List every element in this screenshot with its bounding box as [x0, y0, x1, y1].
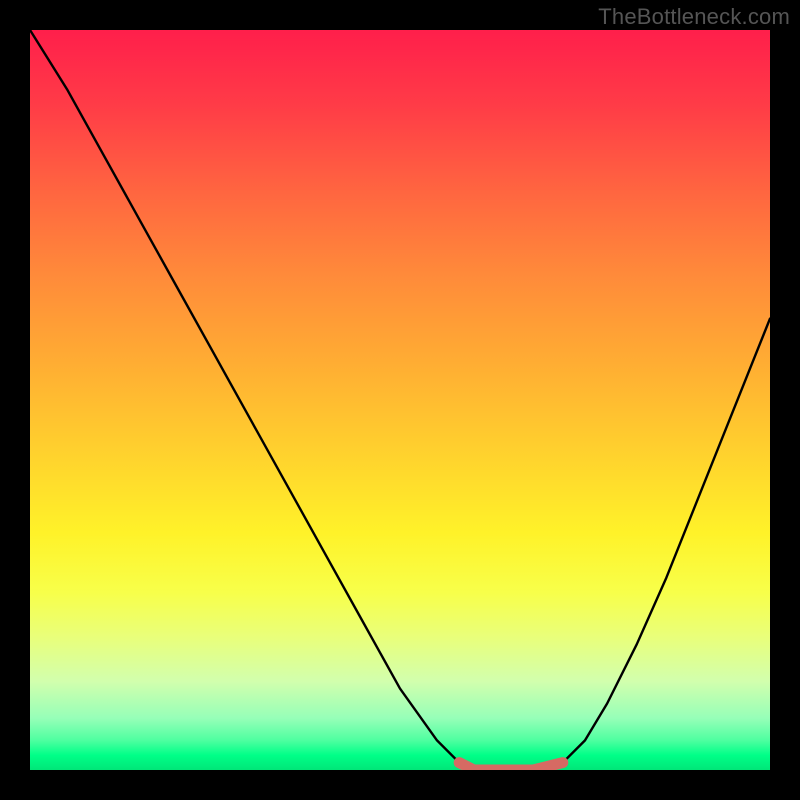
watermark-label: TheBottleneck.com [598, 4, 790, 30]
curve-layer [30, 30, 770, 770]
optimal-band-path [459, 763, 563, 770]
plot-area [30, 30, 770, 770]
chart-frame: TheBottleneck.com [0, 0, 800, 800]
bottleneck-curve-path [30, 30, 770, 770]
